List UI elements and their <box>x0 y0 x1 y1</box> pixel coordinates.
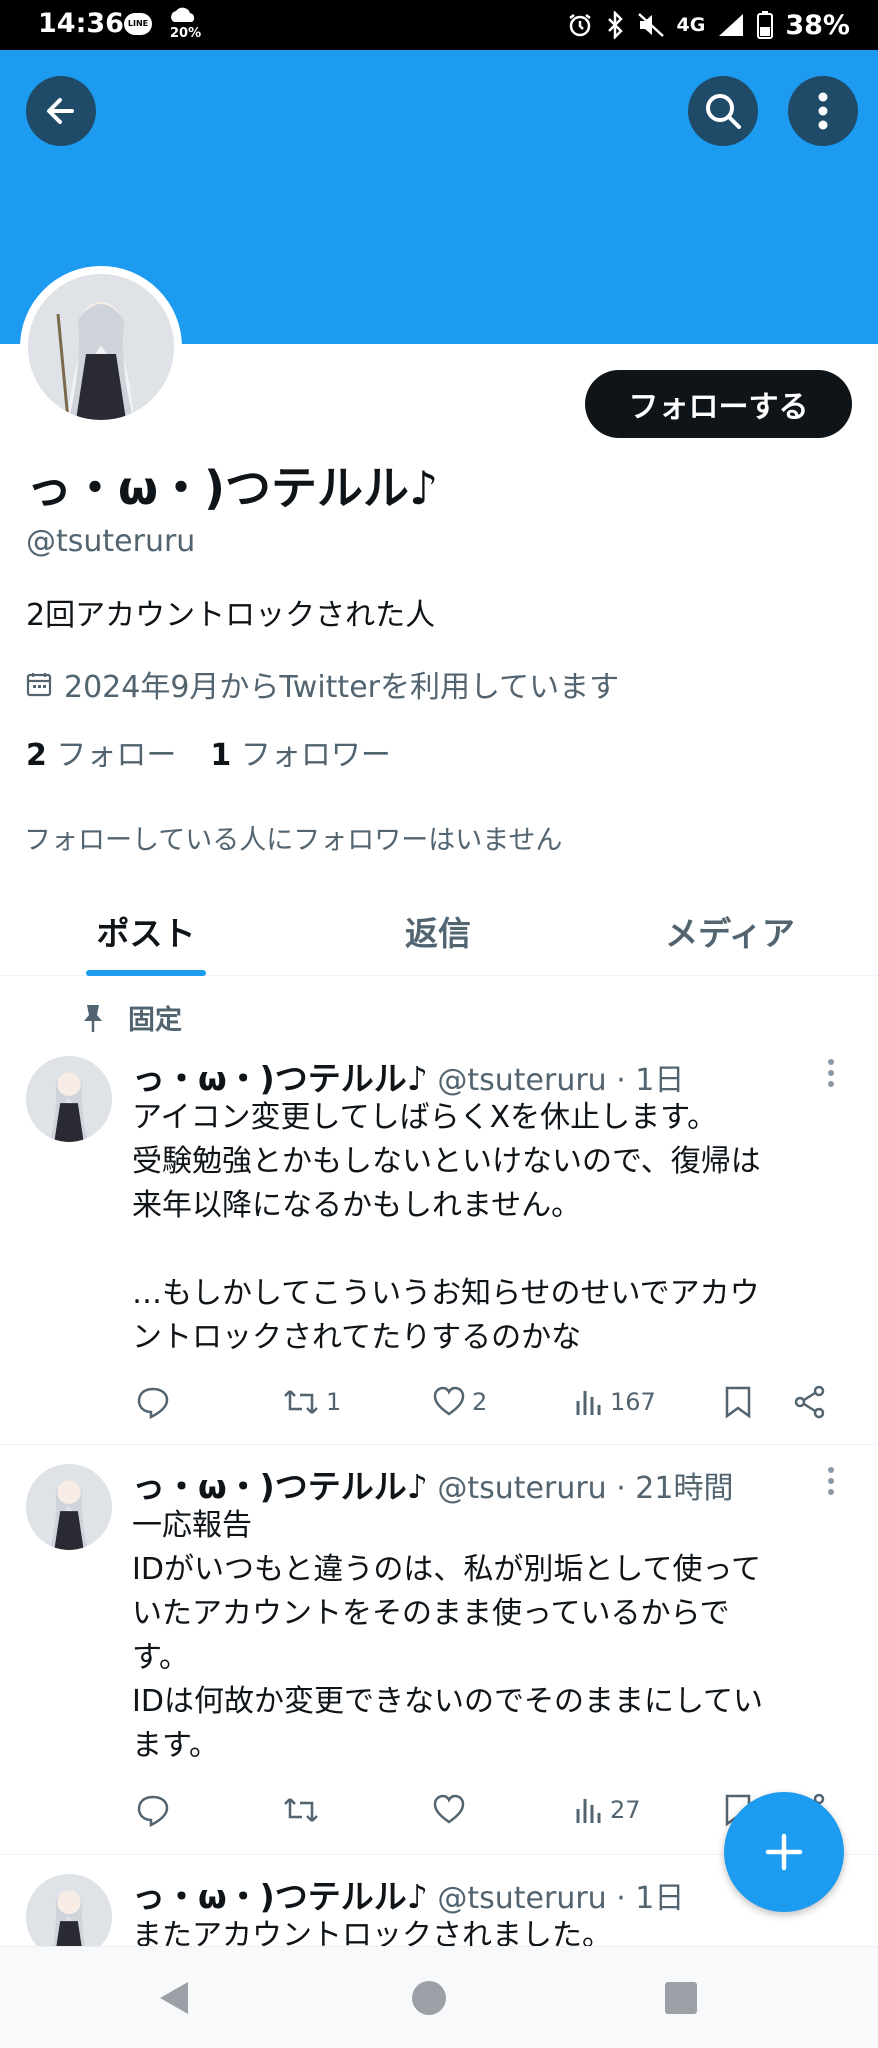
weather-icon: 20% <box>168 6 202 46</box>
plus-icon <box>765 1833 803 1871</box>
system-navigation-bar <box>0 1946 878 2048</box>
followers-count: 1 <box>210 738 232 773</box>
post-avatar[interactable] <box>26 1874 112 1946</box>
share-icon <box>794 1385 825 1419</box>
post-author-name[interactable]: っ・ω・)つテルル♪ <box>132 1877 428 1916</box>
joined-date: 2024年9月からTwitterを利用しています <box>26 662 619 706</box>
post[interactable]: っ・ω・)つテルル♪ @tsuteruru · 21時間 一応報告 IDがいつも… <box>0 1448 878 1848</box>
weather-percent: 20% <box>170 26 202 41</box>
back-button[interactable] <box>26 76 96 146</box>
line-notification-icon: LINE <box>124 13 152 35</box>
share-button[interactable] <box>794 1380 826 1424</box>
search-button[interactable] <box>688 76 758 146</box>
followers-link[interactable]: 1 フォロワー <box>210 730 390 774</box>
post-avatar[interactable] <box>26 1056 112 1142</box>
more-vertical-icon <box>818 92 828 130</box>
avatar-image <box>28 274 174 420</box>
repost-button[interactable] <box>282 1788 326 1832</box>
repost-button[interactable]: 1 <box>282 1380 341 1424</box>
reply-icon <box>137 1387 169 1419</box>
tab-replies[interactable]: 返信 <box>292 886 584 976</box>
post-meta: @tsuteruru · 1日 <box>437 1881 685 1916</box>
views-button[interactable]: 167 <box>574 1380 656 1424</box>
view-count: 27 <box>610 1796 641 1824</box>
bookmark-icon <box>725 1386 751 1419</box>
nav-home-icon[interactable] <box>410 1979 448 2017</box>
nav-recents-icon[interactable] <box>664 1981 698 2015</box>
display-name: っ・ω・)つテルル♪ <box>26 461 439 515</box>
post-more-icon[interactable] <box>826 1466 836 1496</box>
post-author-name[interactable]: っ・ω・)つテルル♪ <box>132 1467 428 1506</box>
bookmark-button[interactable] <box>724 1380 752 1424</box>
post-meta: @tsuteruru · 21時間 <box>437 1471 734 1506</box>
profile-tabs: ポスト 返信 メディア <box>0 886 878 976</box>
pin-icon <box>84 1004 102 1032</box>
post-text: またアカウントロックされました。 <box>132 1918 612 1946</box>
repost-icon <box>284 1390 318 1414</box>
reply-button[interactable] <box>136 1788 170 1832</box>
pinned-label: 固定 <box>128 1005 182 1036</box>
profile-bio: 2回アカウントロックされた人 <box>26 598 436 633</box>
post[interactable]: っ・ω・)つテルル♪ @tsuteruru · 1日 アイコン変更してしばらくX… <box>0 1040 878 1440</box>
network-type: 4G <box>676 14 706 36</box>
follow-counts: 2 フォロー 1 フォロワー <box>26 730 391 774</box>
post-meta: @tsuteruru · 1日 <box>437 1063 685 1098</box>
search-icon <box>706 94 741 129</box>
heart-icon <box>433 1794 465 1824</box>
battery-icon <box>757 11 774 39</box>
followers-you-know-note: フォローしている人にフォロワーはいません <box>24 825 563 856</box>
post-actions: 1 2 167 <box>132 1380 852 1424</box>
post-text: アイコン変更してしばらくXを休止します。 受験勉強とかもしないといけないので、復… <box>132 1100 761 1355</box>
mute-icon <box>637 13 664 37</box>
post-avatar[interactable] <box>26 1464 112 1550</box>
following-count: 2 <box>26 738 47 773</box>
repost-icon <box>284 1798 318 1822</box>
alarm-icon <box>568 14 591 37</box>
post-divider <box>0 1444 878 1445</box>
status-bar: 14:36 LINE 20% 4G 38% <box>0 0 878 50</box>
calendar-icon <box>26 673 52 697</box>
pinned-indicator: 固定 <box>80 998 182 1037</box>
reply-button[interactable] <box>136 1380 170 1424</box>
tab-media[interactable]: メディア <box>584 886 876 976</box>
like-button[interactable] <box>432 1788 472 1832</box>
followers-label: フォロワー <box>240 738 391 773</box>
status-time: 14:36 <box>38 8 124 39</box>
post-text: 一応報告 IDがいつもと違うのは、私が別垢として使って いたアカウントをそのまま… <box>132 1508 764 1763</box>
like-count: 2 <box>472 1388 488 1416</box>
tab-posts[interactable]: ポスト <box>0 886 292 976</box>
heart-icon <box>433 1386 465 1416</box>
more-options-button[interactable] <box>788 76 858 146</box>
post-more-icon[interactable] <box>826 1058 836 1088</box>
follow-button[interactable]: フォローする <box>585 370 852 438</box>
repost-count: 1 <box>326 1388 342 1416</box>
signal-icon <box>719 14 744 36</box>
battery-percent: 38% <box>785 9 850 41</box>
post-author-name[interactable]: っ・ω・)つテルル♪ <box>132 1059 428 1098</box>
view-count: 167 <box>610 1388 656 1416</box>
profile-avatar[interactable] <box>20 266 182 428</box>
following-link[interactable]: 2 フォロー <box>26 730 176 774</box>
views-button[interactable]: 27 <box>574 1788 641 1832</box>
reply-icon <box>137 1795 169 1827</box>
nav-back-icon[interactable] <box>156 1979 192 2017</box>
joined-text: 2024年9月からTwitterを利用しています <box>64 670 620 705</box>
arrow-left-icon <box>47 98 74 124</box>
views-icon <box>576 1799 601 1823</box>
following-label: フォロー <box>56 738 177 773</box>
views-icon <box>576 1391 601 1415</box>
bluetooth-icon <box>607 11 623 39</box>
user-handle: @tsuteruru <box>26 524 196 559</box>
compose-post-button[interactable] <box>724 1792 844 1912</box>
like-button[interactable]: 2 <box>432 1380 487 1424</box>
